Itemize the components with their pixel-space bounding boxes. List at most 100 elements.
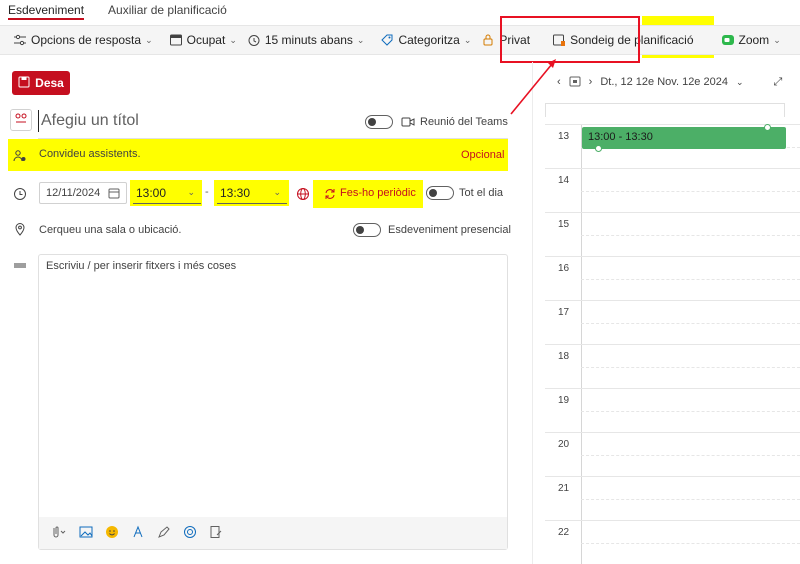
signature-icon[interactable]	[209, 525, 223, 542]
end-time-select[interactable]: 13:30 ⌄	[217, 182, 287, 204]
zoom-label: Zoom	[738, 33, 770, 47]
chevron-down-icon: ⌄	[145, 34, 153, 45]
calendar-busy-icon	[169, 33, 183, 47]
teams-meeting-label: Reunió del Teams	[420, 116, 508, 128]
start-time-select[interactable]: 13:00 ⌄	[133, 182, 201, 204]
hour-label: 16	[558, 263, 570, 274]
in-person-label: Esdeveniment presencial	[388, 224, 511, 236]
event-type-button[interactable]	[10, 109, 32, 131]
calendar-grid: 13 14 15 16 17 18 19 20 21 22	[545, 124, 800, 564]
make-recurring-button[interactable]: Fes-ho periòdic	[340, 187, 416, 199]
busy-label: Ocupat	[186, 33, 226, 47]
tab-event[interactable]: Esdeveniment	[8, 0, 85, 20]
event-resize-handle-bottom[interactable]	[595, 145, 602, 152]
save-label: Desa	[35, 76, 64, 90]
all-day-toggle[interactable]	[426, 186, 454, 200]
hour-row[interactable]: 22	[545, 520, 800, 564]
response-options-label: Opcions de resposta	[31, 33, 142, 47]
body-placeholder: Escriviu / per inserir fitxers i més cos…	[46, 260, 237, 272]
busy-status-button[interactable]: Ocupat ⌄	[164, 28, 242, 52]
alarm-clock-icon	[247, 33, 261, 47]
attendees-input[interactable]: Convideu assistents.	[39, 148, 141, 160]
location-pin-icon	[12, 221, 28, 237]
next-day-icon[interactable]: ›	[589, 76, 593, 88]
event-type-icon	[14, 112, 28, 129]
hour-row[interactable]: 20	[545, 432, 800, 476]
body-format-toolbar	[39, 517, 507, 549]
globe-icon[interactable]	[295, 186, 311, 202]
title-input[interactable]: Afegiu un títol	[38, 110, 338, 132]
calendar-event[interactable]: 13:00 - 13:30	[582, 127, 786, 149]
previous-day-icon[interactable]: ‹	[557, 76, 561, 88]
hour-row[interactable]: 16	[545, 256, 800, 300]
reminder-button[interactable]: 15 minuts abans ⌄	[242, 28, 370, 52]
half-hour-line	[581, 411, 800, 412]
tab-scheduling-assistant[interactable]: Auxiliar de planificació	[108, 0, 227, 20]
people-add-icon	[12, 148, 28, 164]
half-hour-line	[581, 455, 800, 456]
hour-label: 15	[558, 219, 570, 230]
chevron-down-icon: ⌄	[735, 76, 744, 87]
all-day-label: Tot el dia	[459, 187, 504, 199]
format-text-icon[interactable]	[131, 525, 145, 542]
half-hour-line	[581, 235, 800, 236]
pen-icon[interactable]	[157, 525, 171, 542]
hour-label: 21	[558, 483, 570, 494]
response-options-button[interactable]: Opcions de resposta ⌄	[8, 28, 158, 52]
chevron-down-icon: ⌄	[356, 34, 365, 45]
zoom-icon	[721, 33, 735, 47]
text-description-icon	[12, 258, 28, 274]
image-icon[interactable]	[79, 525, 93, 542]
hour-label: 18	[558, 351, 570, 362]
chevron-down-icon: ⌄	[463, 34, 472, 45]
calendar-header: ‹ › Dt., 12 12e Nov. 12e 2024 ⌄ ⤢	[545, 70, 800, 94]
zoom-button[interactable]: Zoom ⌄	[716, 28, 786, 52]
event-resize-handle-top[interactable]	[764, 124, 771, 131]
hour-row[interactable]: 21	[545, 476, 800, 520]
time-separator: -	[205, 186, 209, 198]
reminder-label: 15 minuts abans	[264, 33, 353, 47]
expand-icon[interactable]: ⤢	[774, 76, 783, 89]
categorize-button[interactable]: Categoritza ⌄	[375, 28, 476, 52]
lock-icon	[481, 33, 495, 47]
hour-label: 13	[558, 131, 570, 142]
calendar-date-label[interactable]: Dt., 12 12e Nov. 12e 2024	[600, 76, 728, 88]
hour-row[interactable]: 15	[545, 212, 800, 256]
save-button[interactable]: Desa	[12, 71, 70, 95]
hour-row[interactable]: 17	[545, 300, 800, 344]
hour-row[interactable]: 18	[545, 344, 800, 388]
toolbar: Opcions de resposta ⌄ Ocupat ⌄ 15 minuts…	[0, 25, 800, 55]
half-hour-line	[581, 543, 800, 544]
half-hour-line	[581, 367, 800, 368]
hour-row[interactable]: 19	[545, 388, 800, 432]
start-time-value: 13:00	[136, 186, 167, 200]
date-picker[interactable]: 12/11/2024	[39, 182, 127, 204]
tag-icon	[380, 33, 394, 47]
save-icon	[18, 76, 30, 91]
hour-label: 17	[558, 307, 570, 318]
attach-icon[interactable]	[49, 525, 67, 542]
calendar-today-icon[interactable]	[569, 75, 581, 90]
hour-row[interactable]: 14	[545, 168, 800, 212]
emoji-icon[interactable]	[105, 525, 119, 542]
half-hour-line	[581, 323, 800, 324]
chevron-down-icon: ⌄	[773, 34, 781, 45]
half-hour-line	[581, 279, 800, 280]
pane-divider	[532, 62, 533, 564]
end-time-value: 13:30	[220, 186, 251, 200]
chevron-down-icon: ⌄	[229, 34, 237, 45]
chevron-down-icon: ⌄	[273, 187, 281, 197]
location-input[interactable]: Cerqueu una sala o ubicació.	[39, 224, 181, 236]
calendar-icon	[108, 187, 120, 202]
clock-icon	[12, 186, 28, 202]
sliders-icon	[13, 33, 27, 47]
half-hour-line	[581, 499, 800, 500]
teams-meeting-toggle[interactable]	[365, 115, 393, 129]
hour-label: 19	[558, 395, 570, 406]
repeat-icon	[322, 186, 338, 202]
optional-attendees-link[interactable]: Opcional	[461, 149, 504, 161]
body-editor[interactable]	[38, 254, 508, 550]
in-person-toggle[interactable]	[353, 223, 381, 237]
hour-label: 22	[558, 527, 570, 538]
loop-icon[interactable]	[183, 525, 197, 542]
